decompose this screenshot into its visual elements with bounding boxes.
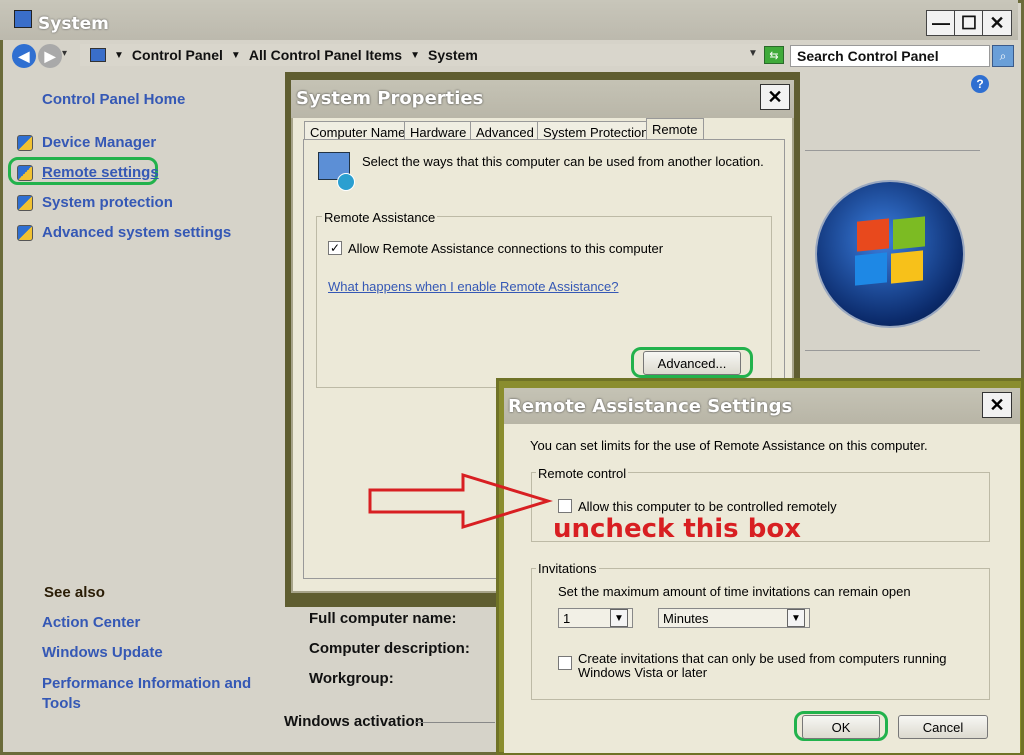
- windows-update-link[interactable]: Windows Update: [42, 644, 163, 661]
- vista-only-checkbox[interactable]: [558, 656, 572, 670]
- see-also-heading: See also: [44, 584, 105, 601]
- minimize-button[interactable]: —: [926, 10, 956, 36]
- chevron-down-icon[interactable]: ▼: [114, 50, 124, 61]
- full-computer-name-label: Full computer name:: [309, 610, 457, 627]
- remote-settings-link[interactable]: Remote settings: [42, 164, 159, 181]
- breadcrumb: ▼ Control Panel ▼ All Control Panel Item…: [80, 44, 770, 66]
- ras-intro: You can set limits for the use of Remote…: [530, 438, 928, 453]
- duration-unit-select[interactable]: Minutes ▼: [658, 608, 810, 628]
- forward-arrow-icon[interactable]: ▶: [38, 44, 62, 68]
- chevron-down-icon[interactable]: ▼: [787, 609, 805, 627]
- system-protection-link[interactable]: System protection: [42, 194, 173, 211]
- windows-activation-heading: Windows activation: [284, 713, 424, 730]
- invitations-description: Set the maximum amount of time invitatio…: [558, 584, 911, 599]
- title-bar: [0, 0, 1018, 40]
- ok-button[interactable]: OK: [802, 715, 880, 739]
- workgroup-label: Workgroup:: [309, 670, 394, 687]
- windows-logo: [815, 180, 965, 328]
- vista-only-label-line2: Windows Vista or later: [578, 665, 708, 680]
- help-icon[interactable]: ?: [971, 75, 989, 93]
- chevron-down-icon[interactable]: ▼: [610, 609, 628, 627]
- search-input[interactable]: Search Control Panel: [790, 45, 990, 67]
- divider: [415, 722, 495, 723]
- shield-icon: [17, 195, 33, 211]
- cancel-button[interactable]: Cancel: [898, 715, 988, 739]
- shield-icon: [17, 165, 33, 181]
- action-center-link[interactable]: Action Center: [42, 614, 140, 631]
- vista-only-label-line1: Create invitations that can only be used…: [578, 651, 947, 666]
- allow-remote-assistance-label: Allow Remote Assistance connections to t…: [348, 241, 664, 256]
- divider: [805, 350, 980, 351]
- logo-flag-blue: [855, 252, 887, 286]
- red-arrow-annotation: [368, 472, 553, 530]
- window-title: System: [38, 14, 109, 34]
- history-dropdown-icon[interactable]: ▾: [62, 48, 67, 59]
- system-window-icon: [14, 10, 32, 28]
- advanced-system-settings-link[interactable]: Advanced system settings: [42, 224, 231, 241]
- divider: [805, 150, 980, 151]
- device-manager-link[interactable]: Device Manager: [42, 134, 156, 151]
- annotation-text: uncheck this box: [553, 514, 801, 544]
- address-dropdown-icon[interactable]: ▼: [748, 48, 758, 59]
- shield-icon: [17, 225, 33, 241]
- control-panel-icon: [90, 48, 106, 62]
- remote-assistance-group-label: Remote Assistance: [322, 210, 438, 225]
- remote-tab-intro: Select the ways that this computer can b…: [362, 154, 764, 169]
- chevron-down-icon[interactable]: ▼: [231, 50, 241, 61]
- refresh-icon[interactable]: ⇆: [764, 46, 784, 64]
- what-happens-link[interactable]: What happens when I enable Remote Assist…: [328, 279, 619, 294]
- ras-title: Remote Assistance Settings: [508, 396, 793, 417]
- breadcrumb-control-panel[interactable]: Control Panel: [132, 47, 223, 63]
- search-icon[interactable]: ⌕: [992, 45, 1014, 67]
- control-panel-home-link[interactable]: Control Panel Home: [42, 91, 185, 108]
- breadcrumb-all-items[interactable]: All Control Panel Items: [249, 47, 402, 63]
- duration-value: 1: [563, 610, 571, 626]
- logo-flag-red: [857, 218, 889, 252]
- advanced-button[interactable]: Advanced...: [643, 351, 741, 375]
- ras-close-button[interactable]: ✕: [982, 392, 1012, 418]
- system-properties-title: System Properties: [296, 88, 484, 109]
- system-properties-close-button[interactable]: ✕: [760, 84, 790, 110]
- logo-flag-yellow: [891, 250, 923, 284]
- back-arrow-icon[interactable]: ◀: [12, 44, 36, 68]
- computer-description-label: Computer description:: [309, 640, 470, 657]
- invitations-group-label: Invitations: [536, 561, 599, 576]
- duration-unit: Minutes: [663, 610, 709, 626]
- logo-flag-green: [893, 216, 925, 250]
- close-button[interactable]: ✕: [982, 10, 1012, 36]
- breadcrumb-system[interactable]: System: [428, 47, 478, 63]
- shield-icon: [17, 135, 33, 151]
- allow-remote-control-label: Allow this computer to be controlled rem…: [578, 499, 837, 514]
- performance-info-link[interactable]: Performance Information and Tools: [42, 674, 252, 714]
- chevron-down-icon[interactable]: ▼: [410, 50, 420, 61]
- duration-value-select[interactable]: 1 ▼: [558, 608, 633, 628]
- allow-remote-control-checkbox[interactable]: [558, 499, 572, 513]
- allow-remote-assistance-checkbox[interactable]: ✓: [328, 241, 342, 255]
- maximize-button[interactable]: ☐: [954, 10, 984, 36]
- remote-arrow-icon: [337, 173, 355, 191]
